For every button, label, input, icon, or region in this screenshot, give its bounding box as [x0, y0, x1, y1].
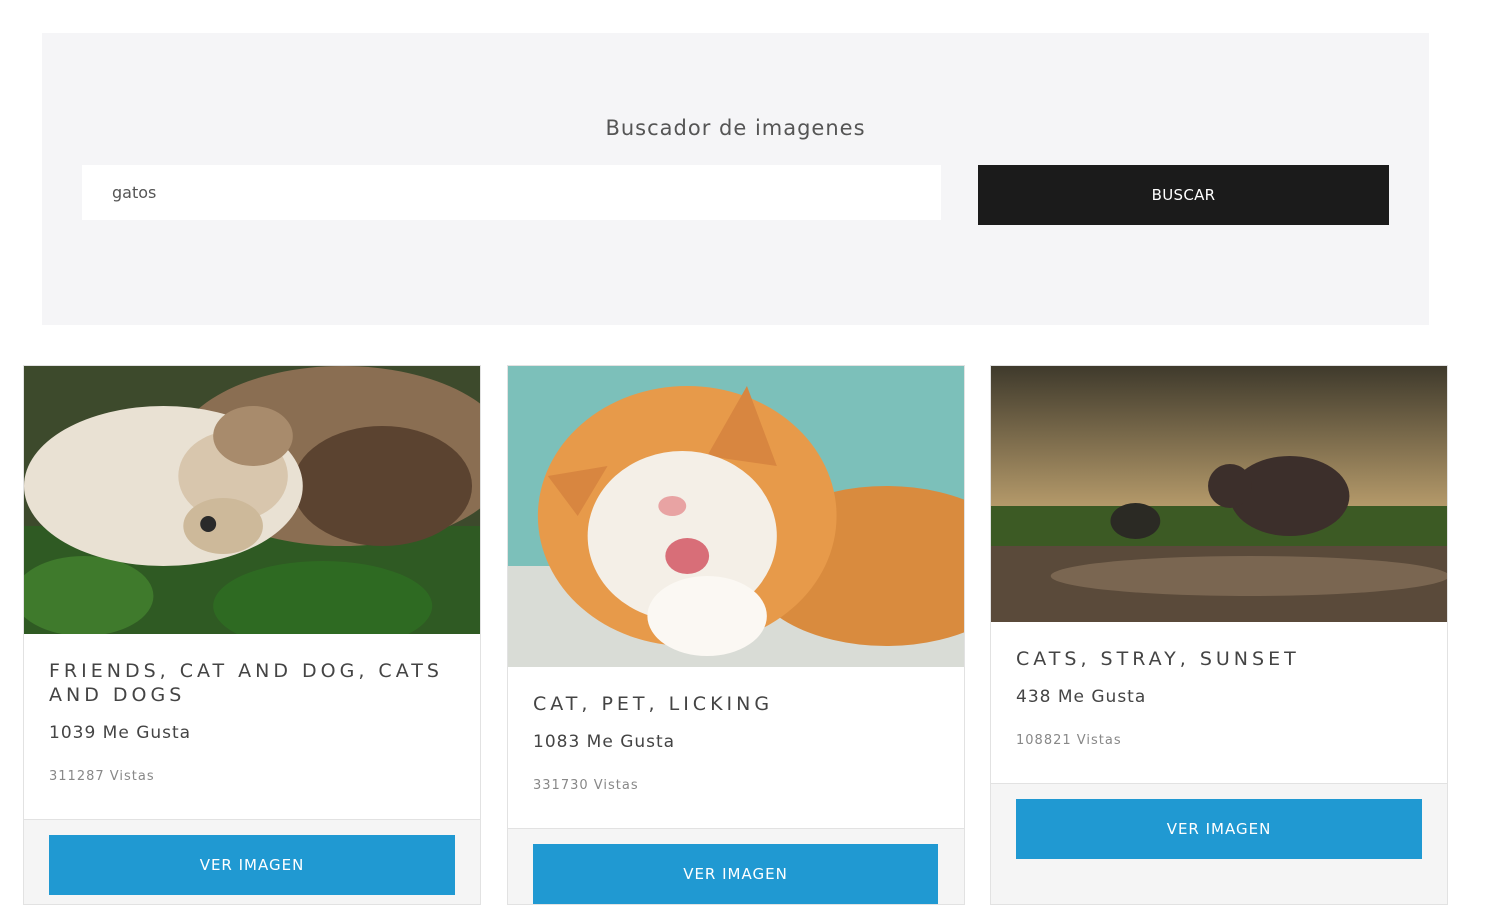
result-title: CAT, PET, LICKING [533, 693, 774, 715]
view-image-button[interactable]: VER IMAGEN [533, 844, 938, 904]
view-image-button[interactable]: VER IMAGEN [1016, 799, 1422, 859]
result-card: CATS, STRAY, SUNSET 438 Me Gusta 108821 … [990, 365, 1448, 905]
result-likes: 1039 Me Gusta [49, 723, 192, 743]
result-views: 108821 Vistas [1016, 733, 1122, 748]
result-card: FRIENDS, CAT AND DOG, CATS AND DOGS 1039… [23, 365, 481, 905]
result-card: CAT, PET, LICKING 1083 Me Gusta 331730 V… [507, 365, 965, 905]
result-views: 331730 Vistas [533, 778, 639, 793]
card-footer: VER IMAGEN [508, 828, 964, 904]
card-footer: VER IMAGEN [24, 819, 480, 904]
result-title: CATS, STRAY, SUNSET [1016, 648, 1300, 670]
result-image[interactable] [991, 366, 1447, 622]
result-image[interactable] [24, 366, 480, 634]
result-likes: 1083 Me Gusta [533, 732, 676, 752]
result-views: 311287 Vistas [49, 769, 155, 784]
result-title: FRIENDS, CAT AND DOG, CATS AND DOGS [49, 660, 443, 706]
search-button[interactable]: BUSCAR [978, 165, 1389, 225]
card-footer: VER IMAGEN [991, 783, 1447, 904]
search-title: Buscador de imagenes [605, 116, 866, 140]
result-image[interactable] [508, 366, 964, 667]
result-likes: 438 Me Gusta [1016, 687, 1147, 707]
view-image-button[interactable]: VER IMAGEN [49, 835, 455, 895]
search-panel: Buscador de imagenes BUSCAR [42, 33, 1429, 325]
search-input[interactable] [82, 165, 941, 220]
